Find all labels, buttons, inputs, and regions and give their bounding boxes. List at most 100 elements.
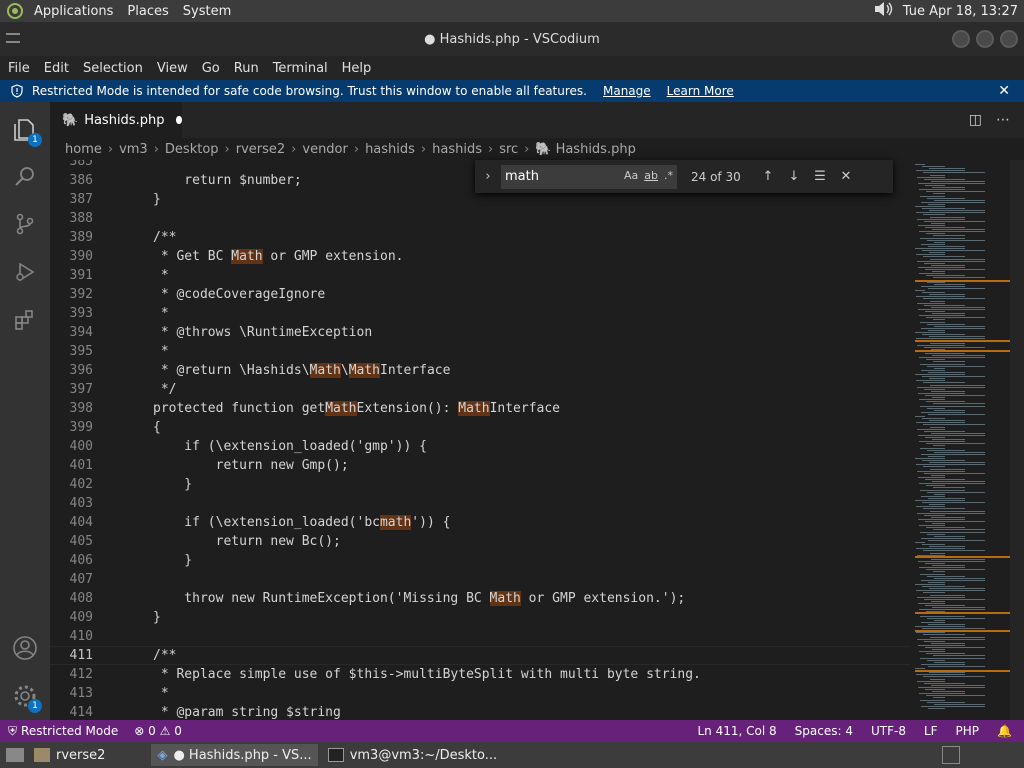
code-line[interactable]: 413 *: [50, 684, 910, 703]
system-menu[interactable]: System: [183, 4, 231, 19]
minimap-line: [932, 397, 945, 399]
find-input[interactable]: math Aa ab .*: [501, 164, 677, 189]
breadcrumb-item[interactable]: src: [499, 142, 518, 157]
extensions-icon[interactable]: [11, 306, 39, 334]
learn-more-link[interactable]: Learn More: [667, 84, 734, 98]
places-menu[interactable]: Places: [127, 4, 168, 19]
menu-terminal[interactable]: Terminal: [265, 61, 334, 76]
indentation[interactable]: Spaces: 4: [795, 724, 853, 738]
explorer-icon[interactable]: 1: [11, 116, 42, 147]
close-find-icon[interactable]: ✕: [835, 169, 857, 184]
minimap[interactable]: [910, 160, 1010, 720]
menu-file[interactable]: File: [0, 61, 36, 76]
code-line[interactable]: 407: [50, 570, 910, 589]
code-line[interactable]: 388: [50, 209, 910, 228]
source-control-icon[interactable]: [11, 210, 39, 238]
clock[interactable]: Tue Apr 18, 13:27: [903, 4, 1018, 19]
code-line[interactable]: 410: [50, 627, 910, 646]
code-line[interactable]: 406 }: [50, 551, 910, 570]
code-line[interactable]: 395 *: [50, 342, 910, 361]
encoding[interactable]: UTF-8: [871, 724, 906, 738]
menu-selection[interactable]: Selection: [75, 61, 149, 76]
unsaved-dot-icon[interactable]: [176, 116, 182, 124]
taskbar-item-terminal[interactable]: vm3@vm3:~/Deskto...: [322, 744, 503, 766]
language-mode[interactable]: PHP: [956, 724, 980, 738]
menu-run[interactable]: Run: [226, 61, 265, 76]
window-titlebar[interactable]: ● Hashids.php - VSCodium: [0, 22, 1024, 56]
breadcrumb-item[interactable]: hashids: [365, 142, 415, 157]
window-menu-icon[interactable]: [6, 33, 20, 43]
menu-view[interactable]: View: [149, 61, 194, 76]
breadcrumb-item[interactable]: home: [65, 142, 102, 157]
code-line[interactable]: 411 /**: [50, 646, 910, 665]
menu-edit[interactable]: Edit: [36, 61, 75, 76]
code-line[interactable]: 409}: [50, 608, 910, 627]
accounts-icon[interactable]: [11, 634, 39, 662]
code-line[interactable]: 401 return new Gmp();: [50, 456, 910, 475]
code-line[interactable]: 403: [50, 494, 910, 513]
minimap-line: [919, 315, 965, 317]
breadcrumb-item[interactable]: hashids: [432, 142, 482, 157]
code-line[interactable]: 400 if (\extension_loaded('gmp')) {: [50, 437, 910, 456]
whole-word-option[interactable]: ab: [644, 169, 658, 182]
taskbar-item-rverse2[interactable]: rverse2: [28, 744, 111, 766]
split-editor-icon[interactable]: ◫: [969, 112, 982, 128]
regex-option[interactable]: .*: [664, 169, 673, 182]
code-line[interactable]: 396 * @return \Hashids\Math\MathInterfac…: [50, 361, 910, 380]
code-line[interactable]: 394 * @throws \RuntimeException: [50, 323, 910, 342]
applications-menu[interactable]: Applications: [34, 4, 113, 19]
code-line[interactable]: 389 /**: [50, 228, 910, 247]
previous-match-icon[interactable]: ↑: [757, 169, 779, 184]
breadcrumb-item[interactable]: vendor: [302, 142, 347, 157]
code-line[interactable]: 414 * @param string $string: [50, 703, 910, 720]
maximize-button[interactable]: [976, 30, 994, 48]
menu-help[interactable]: Help: [334, 61, 378, 76]
line-text: *: [153, 344, 169, 359]
tab-hashids-php[interactable]: 🐘 Hashids.php: [50, 102, 182, 138]
manage-link[interactable]: Manage: [603, 84, 651, 98]
code-line[interactable]: 399 {: [50, 418, 910, 437]
code-line[interactable]: 393 *: [50, 304, 910, 323]
code-line[interactable]: 397 */: [50, 380, 910, 399]
close-banner-icon[interactable]: ✕: [998, 83, 1010, 99]
minimap-line: [930, 468, 965, 470]
next-match-icon[interactable]: ↓: [783, 169, 805, 184]
minimap-line: [929, 504, 945, 506]
volume-icon[interactable]: [873, 1, 893, 21]
more-actions-icon[interactable]: ⋯: [996, 112, 1010, 128]
workspace-switcher[interactable]: [942, 746, 960, 764]
code-line[interactable]: 398 protected function getMathExtension()…: [50, 399, 910, 418]
menu-go[interactable]: Go: [194, 61, 226, 76]
breadcrumb-item[interactable]: rverse2: [236, 142, 285, 157]
match-case-option[interactable]: Aa: [624, 169, 638, 182]
breadcrumb-item[interactable]: vm3: [119, 142, 148, 157]
notifications-bell-icon[interactable]: 🔔: [997, 724, 1012, 738]
code-editor[interactable]: 385 386 return $number; 387} 388 389 /** 390 *…: [50, 160, 910, 720]
close-window-button[interactable]: [1000, 30, 1018, 48]
breadcrumb-item[interactable]: Hashids.php: [556, 142, 636, 157]
end-of-line[interactable]: LF: [924, 724, 938, 738]
breadcrumb-item[interactable]: Desktop: [165, 142, 219, 157]
problems-status[interactable]: ⊗ 0 ⚠ 0: [134, 724, 182, 738]
run-debug-icon[interactable]: [11, 258, 39, 286]
restricted-mode-status[interactable]: ⛨ Restricted Mode: [0, 720, 127, 742]
find-in-selection-icon[interactable]: ☰: [809, 169, 831, 184]
vertical-scrollbar[interactable]: [1010, 160, 1024, 720]
search-icon[interactable]: [11, 162, 39, 190]
code-line[interactable]: 404 if (\extension_loaded('bcmath')) {: [50, 513, 910, 532]
taskbar-item-vscodium[interactable]: ◈ ● Hashids.php - VS...: [151, 744, 318, 766]
toggle-replace-icon[interactable]: ›: [479, 169, 497, 184]
cursor-position[interactable]: Ln 411, Col 8: [698, 724, 777, 738]
code-line[interactable]: 405 return new Bc();: [50, 532, 910, 551]
distro-logo-icon[interactable]: [4, 0, 26, 22]
code-line[interactable]: 412 * Replace simple use of $this->multi…: [50, 665, 910, 684]
show-desktop-icon[interactable]: [6, 748, 24, 762]
code-line[interactable]: 392 * @codeCoverageIgnore: [50, 285, 910, 304]
manage-gear-icon[interactable]: 1: [11, 682, 42, 713]
code-line[interactable]: 391 *: [50, 266, 910, 285]
minimize-button[interactable]: [952, 30, 970, 48]
code-line[interactable]: 402 }: [50, 475, 910, 494]
minimap-line: [933, 193, 945, 195]
code-line[interactable]: 408 throw new RuntimeException('Missing …: [50, 589, 910, 608]
code-line[interactable]: 390 * Get BC Math or GMP extension.: [50, 247, 910, 266]
